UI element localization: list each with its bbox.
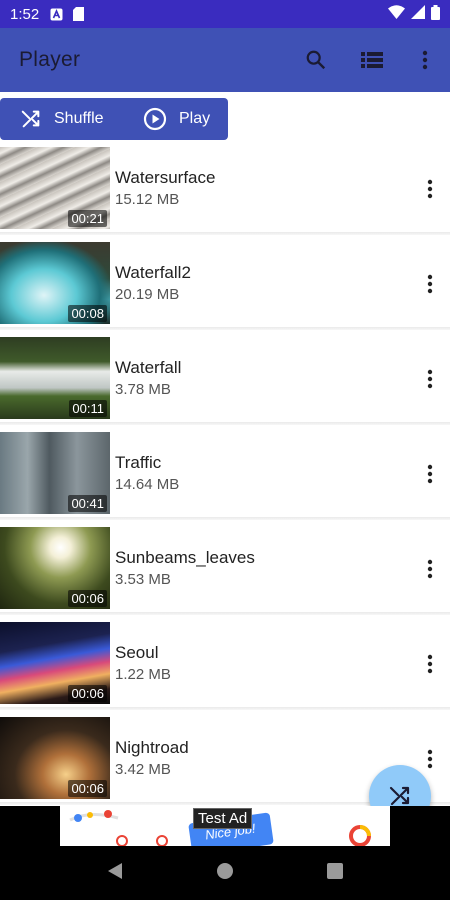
recents-icon [327, 862, 344, 879]
video-thumbnail: 00:08 [0, 242, 110, 324]
video-thumbnail: 00:21 [0, 147, 110, 229]
overflow-menu-button[interactable] [400, 28, 450, 92]
play-circle-icon [143, 107, 167, 131]
video-thumbnail: 00:06 [0, 717, 110, 799]
more-vert-icon [427, 464, 433, 484]
video-more-button[interactable] [418, 363, 442, 395]
video-title: Nightroad [115, 738, 189, 757]
video-duration: 00:06 [68, 685, 107, 702]
view-list-icon [361, 52, 383, 68]
video-duration: 00:21 [68, 210, 107, 227]
video-duration: 00:06 [68, 780, 107, 797]
video-more-button[interactable] [418, 553, 442, 585]
more-vert-icon [427, 654, 433, 674]
video-duration: 00:41 [68, 495, 107, 512]
video-duration: 00:11 [69, 400, 107, 417]
more-vert-icon [427, 369, 433, 389]
play-button[interactable]: Play [123, 98, 210, 140]
status-time: 1:52 [10, 5, 40, 23]
search-button[interactable] [288, 28, 344, 92]
more-vert-icon [427, 274, 433, 294]
video-item[interactable]: 00:41 Traffic 14.64 MB [0, 432, 450, 527]
video-title: Seoul [115, 643, 159, 662]
video-duration: 00:08 [68, 305, 107, 322]
notification-a-icon [49, 7, 63, 21]
sd-card-icon [71, 7, 85, 21]
playback-chip-bar: Shuffle Play [0, 98, 228, 140]
test-ad-label: Test Ad [193, 808, 253, 829]
video-size: 20.19 MB [115, 286, 180, 303]
more-vert-icon [422, 50, 428, 70]
nav-home-button[interactable] [216, 862, 234, 885]
video-list: 00:21 Watersurface 15.12 MB 00:08 Waterf… [0, 147, 450, 812]
video-size: 3.53 MB [115, 571, 171, 588]
play-label: Play [179, 110, 211, 127]
signal-icon [411, 5, 425, 23]
video-title: Sunbeams_leaves [115, 548, 255, 567]
home-icon [216, 862, 233, 879]
nav-back-button[interactable] [107, 862, 123, 885]
video-item[interactable]: 00:06 Sunbeams_leaves 3.53 MB [0, 527, 450, 622]
video-duration: 00:06 [68, 590, 107, 607]
video-title: Waterfall2 [115, 263, 191, 282]
more-vert-icon [427, 749, 433, 769]
video-title: Traffic [115, 453, 162, 472]
video-item[interactable]: 00:11 Waterfall 3.78 MB [0, 337, 450, 432]
more-vert-icon [427, 559, 433, 579]
video-size: 1.22 MB [115, 666, 171, 683]
video-title: Waterfall [115, 358, 182, 377]
back-icon [107, 862, 122, 879]
view-list-button[interactable] [344, 28, 400, 92]
shuffle-label: Shuffle [54, 110, 104, 127]
shuffle-icon [389, 786, 410, 806]
video-item[interactable]: 00:21 Watersurface 15.12 MB [0, 147, 450, 242]
system-nav-bar [0, 846, 450, 900]
battery-icon [431, 4, 440, 24]
shuffle-icon [21, 110, 40, 128]
video-size: 3.42 MB [115, 761, 171, 778]
wifi-icon [388, 5, 405, 23]
shuffle-button[interactable]: Shuffle [0, 98, 123, 140]
app-title: Player [19, 48, 81, 71]
video-size: 14.64 MB [115, 476, 180, 493]
nav-recents-button[interactable] [327, 862, 344, 884]
video-thumbnail: 00:11 [0, 337, 110, 419]
video-thumbnail: 00:06 [0, 527, 110, 609]
video-size: 15.12 MB [115, 191, 180, 208]
video-more-button[interactable] [418, 458, 442, 490]
video-more-button[interactable] [418, 268, 442, 300]
video-size: 3.78 MB [115, 381, 171, 398]
status-bar: 1:52 [0, 0, 450, 28]
app-bar: Player [0, 28, 450, 92]
more-vert-icon [427, 179, 433, 199]
video-thumbnail: 00:06 [0, 622, 110, 704]
video-item[interactable]: 00:08 Waterfall2 20.19 MB [0, 242, 450, 337]
video-title: Watersurface [115, 168, 216, 187]
video-thumbnail: 00:41 [0, 432, 110, 514]
video-more-button[interactable] [418, 743, 442, 775]
video-more-button[interactable] [418, 648, 442, 680]
search-icon [306, 50, 326, 70]
video-more-button[interactable] [418, 173, 442, 205]
video-item[interactable]: 00:06 Seoul 1.22 MB [0, 622, 450, 717]
app-bar-actions [288, 28, 450, 92]
